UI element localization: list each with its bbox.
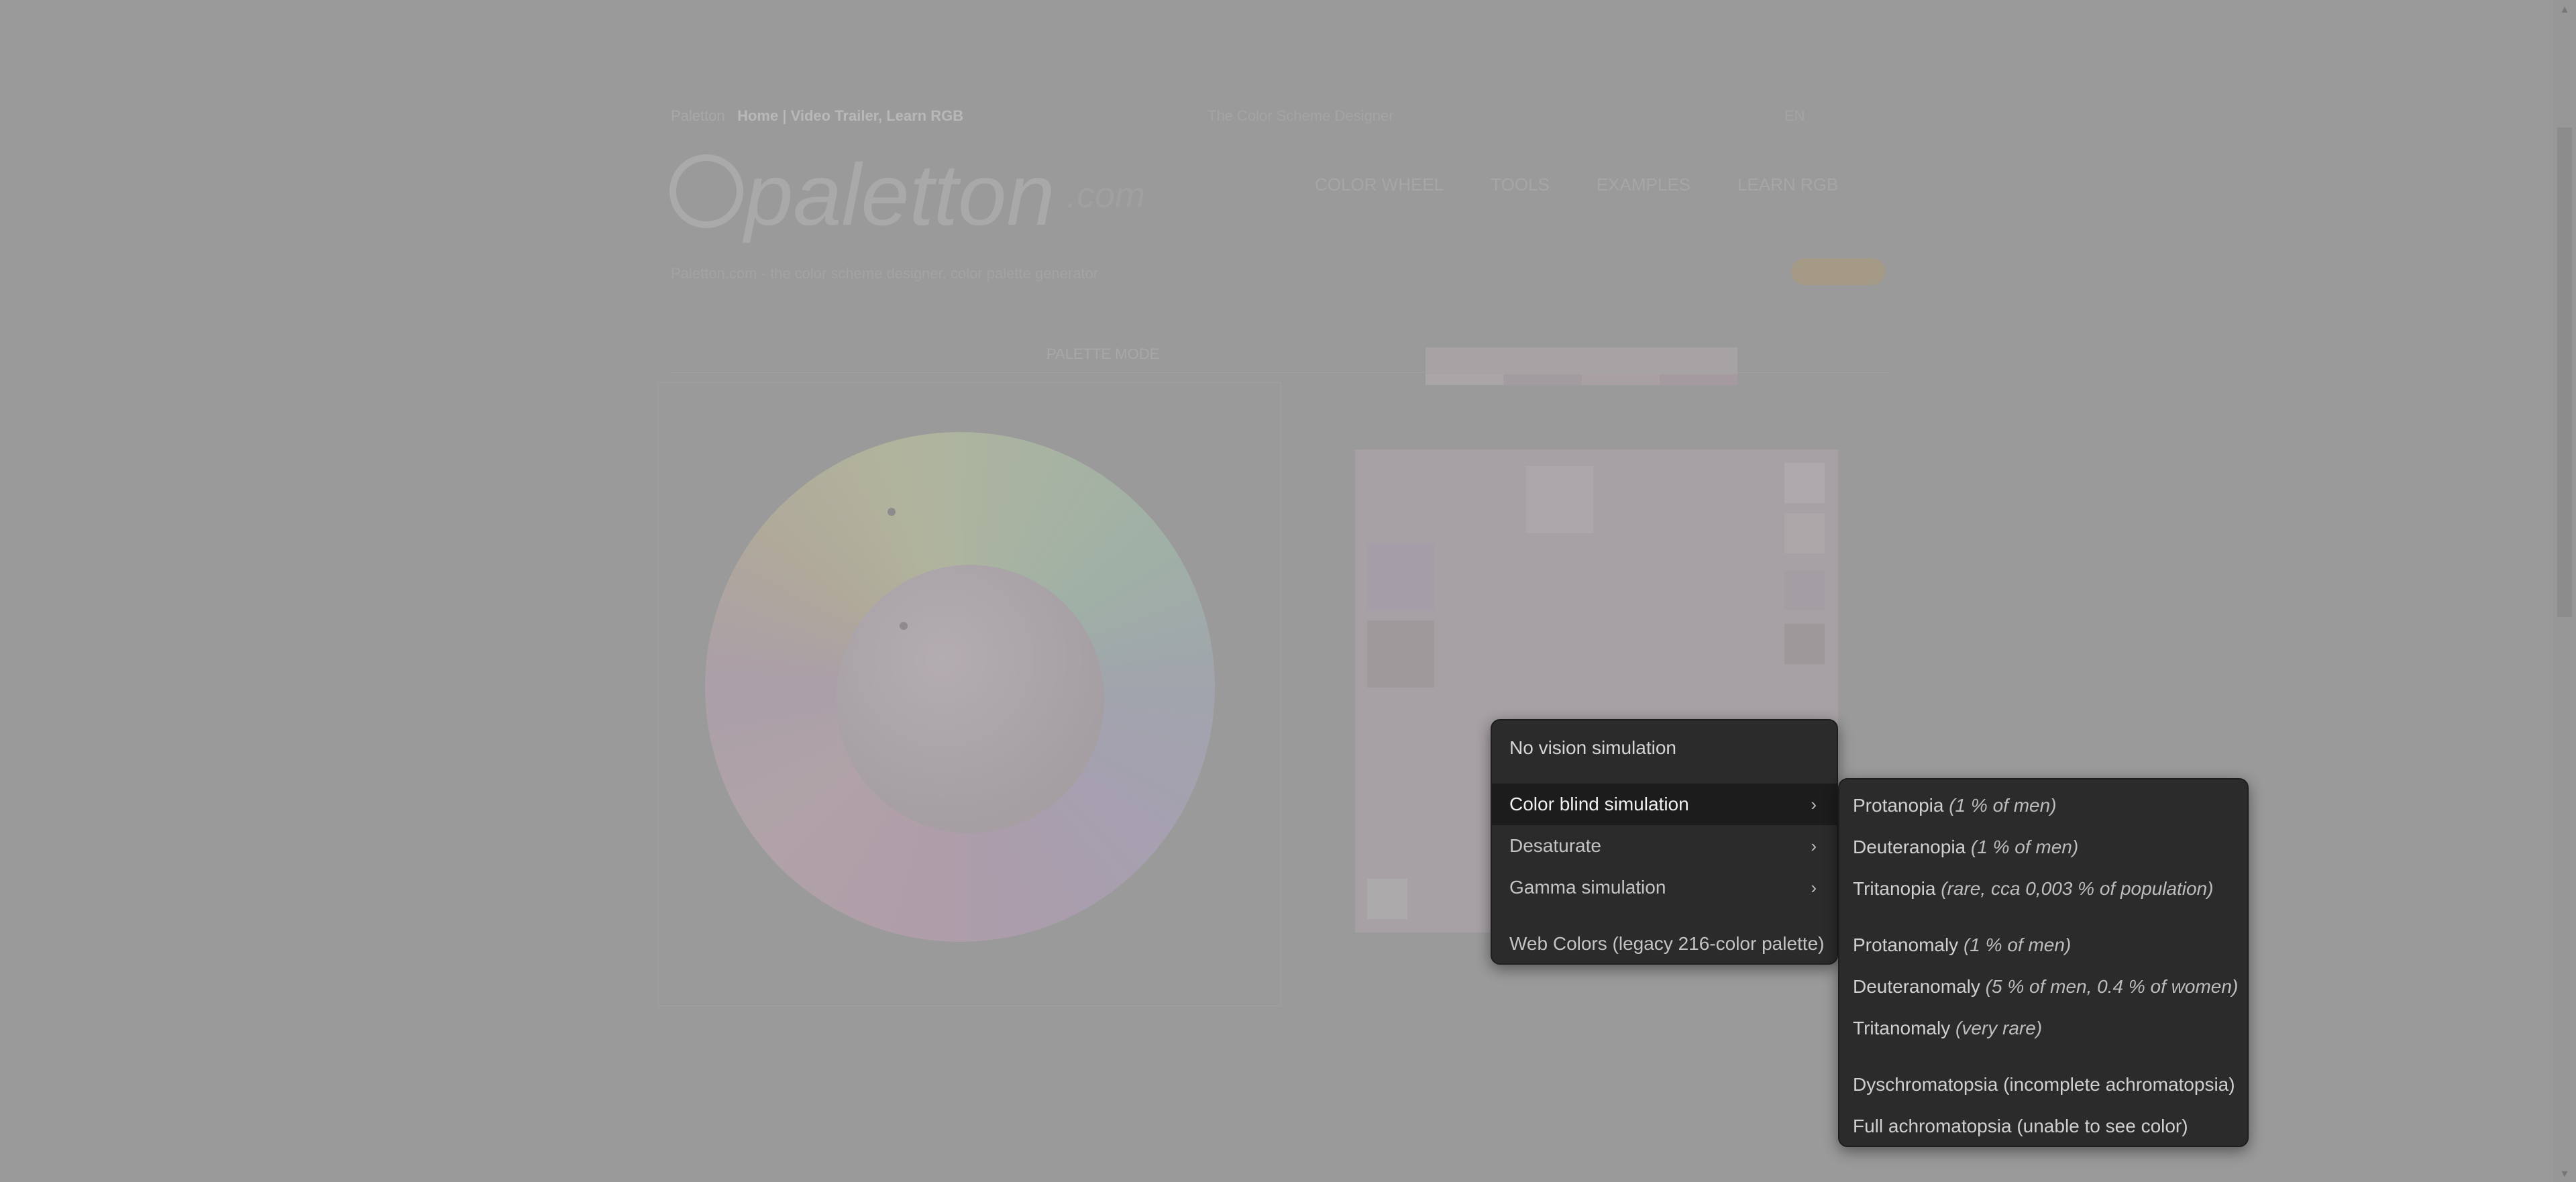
main-nav: COLOR WHEEL TOOLS EXAMPLES LEARN RGB <box>1315 174 1838 195</box>
palette-preview-swatch[interactable] <box>1426 347 1737 385</box>
breadcrumb-links[interactable]: Home | Video Trailer, Learn RGB <box>737 107 963 124</box>
site-logo-suffix: .com <box>1067 175 1146 215</box>
submenu-item-name: Dyschromatopsia (incomplete achromatopsi… <box>1853 1074 2235 1095</box>
submenu-item-name: Tritanomaly <box>1853 1018 1951 1038</box>
submenu-item-protanopia[interactable]: Protanopia (1 % of men) <box>1839 785 2247 826</box>
swatch[interactable] <box>1526 466 1593 533</box>
menu-item-web-colors[interactable]: Web Colors (legacy 216-color palette) <box>1492 923 1837 965</box>
menu-item-label: Gamma simulation <box>1509 877 1666 898</box>
swatch[interactable] <box>1784 463 1825 503</box>
swatch[interactable] <box>1367 621 1434 688</box>
menu-item-desaturate[interactable]: Desaturate › <box>1492 825 1837 867</box>
submenu-item-name: Protanomaly <box>1853 934 1959 955</box>
submenu-item-name: Deuteranopia <box>1853 837 1966 857</box>
menu-item-label: Web Colors (legacy 216-color palette) <box>1509 933 1825 954</box>
submenu-item-deuteranomaly[interactable]: Deuteranomaly (5 % of men, 0.4 % of wome… <box>1839 966 2247 1008</box>
submenu-item-tritanomaly[interactable]: Tritanomaly (very rare) <box>1839 1008 2247 1049</box>
breadcrumb: Paletton Home | Video Trailer, Learn RGB <box>671 107 963 125</box>
scroll-down-icon[interactable]: ▾ <box>2557 1166 2572 1181</box>
wheel-center[interactable] <box>836 565 1104 833</box>
tab-palette-mode[interactable]: PALETTE MODE <box>1046 345 1159 363</box>
site-logo[interactable]: paletton <box>745 151 1055 238</box>
menu-item-label: No vision simulation <box>1509 737 1676 758</box>
swatch[interactable] <box>1784 513 1825 553</box>
logo-icon <box>669 154 743 228</box>
submenu-item-note: (5 % of men, 0.4 % of women) <box>1985 976 2239 997</box>
wheel-handle[interactable] <box>888 508 896 516</box>
nav-item-color-wheel[interactable]: COLOR WHEEL <box>1315 174 1444 195</box>
language-selector[interactable]: EN <box>1784 107 1805 125</box>
color-wheel[interactable] <box>705 432 1215 942</box>
color-blind-submenu: Protanopia (1 % of men) Deuteranopia (1 … <box>1838 778 2249 1147</box>
menu-separator <box>1839 1049 2247 1064</box>
submenu-item-name: Protanopia <box>1853 795 1944 816</box>
menu-separator <box>1492 769 1837 784</box>
menu-item-gamma-simulation[interactable]: Gamma simulation › <box>1492 867 1837 908</box>
menu-item-color-blind-simulation[interactable]: Color blind simulation › <box>1492 784 1837 825</box>
chevron-right-icon: › <box>1811 836 1817 856</box>
submenu-item-protanomaly[interactable]: Protanomaly (1 % of men) <box>1839 924 2247 966</box>
menu-item-no-vision-simulation[interactable]: No vision simulation <box>1492 727 1837 769</box>
submenu-item-name: Tritanopia <box>1853 878 1936 899</box>
submenu-item-dyschromatopsia[interactable]: Dyschromatopsia (incomplete achromatopsi… <box>1839 1064 2247 1106</box>
submenu-item-note: (1 % of men) <box>1963 934 2072 955</box>
menu-separator <box>1492 908 1837 923</box>
swatch[interactable] <box>1784 624 1825 664</box>
submenu-item-deuteranopia[interactable]: Deuteranopia (1 % of men) <box>1839 826 2247 868</box>
submenu-item-note: (very rare) <box>1955 1018 2043 1038</box>
submenu-item-note: (rare, cca 0,003 % of population) <box>1941 878 2214 899</box>
submenu-item-note: (1 % of men) <box>1970 837 2079 857</box>
chevron-right-icon: › <box>1811 877 1817 898</box>
header-action-button[interactable] <box>1791 258 1885 285</box>
submenu-item-note: (1 % of men) <box>1949 795 2057 816</box>
site-subline: Paletton.com - the color scheme designer… <box>671 265 1099 282</box>
submenu-item-full-achromatopsia[interactable]: Full achromatopsia (unable to see color) <box>1839 1106 2247 1147</box>
site-tagline: The Color Scheme Designer <box>1208 107 1394 124</box>
submenu-item-name: Full achromatopsia (unable to see color) <box>1853 1116 2188 1136</box>
menu-item-label: Desaturate <box>1509 835 1601 856</box>
menu-item-label: Color blind simulation <box>1509 794 1689 814</box>
breadcrumb-root: Paletton <box>671 107 725 124</box>
nav-item-learn-rgb[interactable]: LEARN RGB <box>1737 174 1838 195</box>
color-wheel-panel <box>657 382 1281 1006</box>
swatch[interactable] <box>1367 543 1434 610</box>
swatch[interactable] <box>1367 879 1407 919</box>
chevron-right-icon: › <box>1811 794 1817 814</box>
wheel-handle[interactable] <box>900 622 908 630</box>
submenu-item-name: Deuteranomaly <box>1853 976 1980 997</box>
nav-item-examples[interactable]: EXAMPLES <box>1597 174 1690 195</box>
vision-simulation-menu: No vision simulation Color blind simulat… <box>1491 719 1838 965</box>
nav-item-tools[interactable]: TOOLS <box>1491 174 1550 195</box>
menu-separator <box>1839 910 2247 924</box>
scroll-up-icon[interactable]: ▴ <box>2557 1 2572 16</box>
scrollbar-thumb[interactable] <box>2557 127 2572 617</box>
submenu-item-tritanopia[interactable]: Tritanopia (rare, cca 0,003 % of populat… <box>1839 868 2247 910</box>
swatch[interactable] <box>1784 570 1825 610</box>
